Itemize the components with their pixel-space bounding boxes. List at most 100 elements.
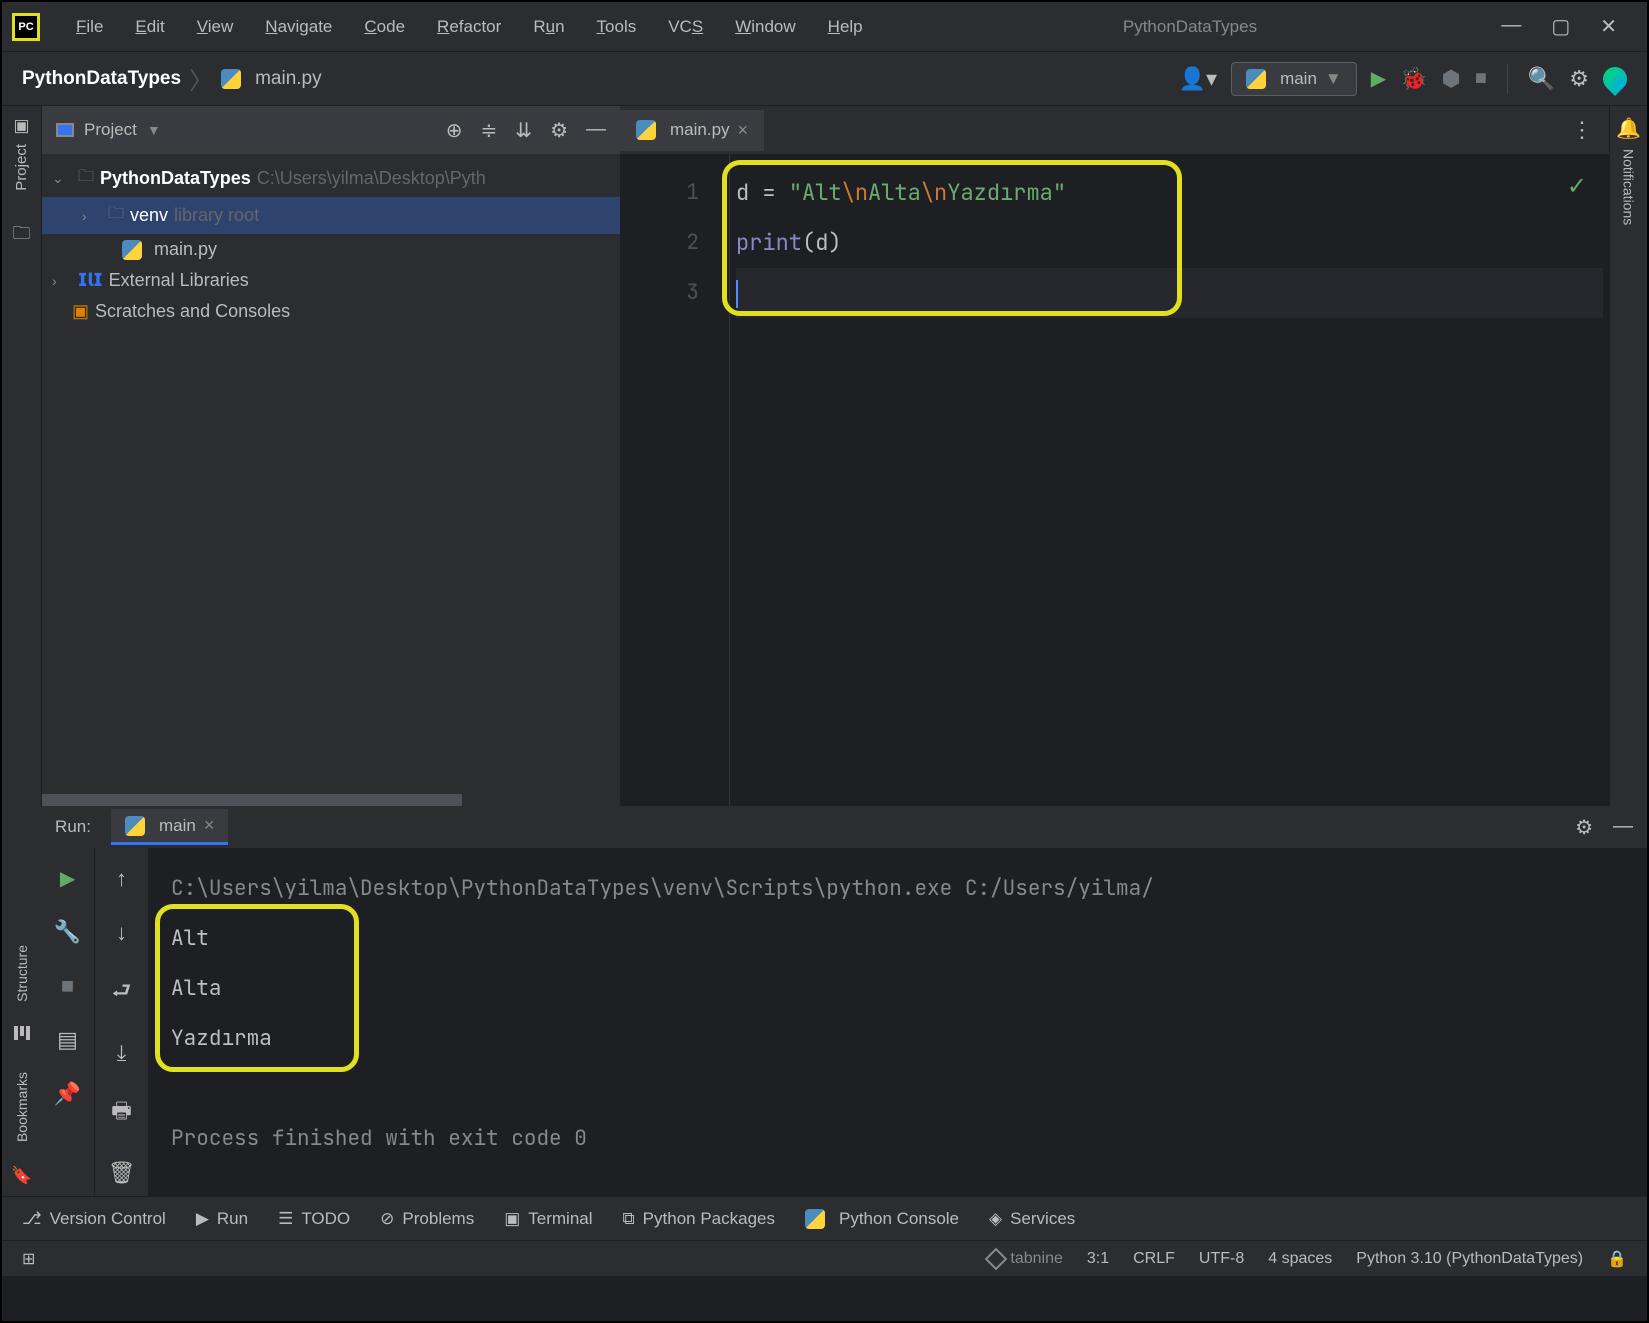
- menu-view[interactable]: View: [181, 17, 250, 37]
- wrench-icon[interactable]: 🔧: [54, 919, 81, 945]
- maximize-button[interactable]: ▢: [1551, 14, 1570, 39]
- output-line: Alta: [171, 964, 1625, 1014]
- tree-venv[interactable]: › 🗀 venv library root: [42, 197, 620, 234]
- chevron-down-icon[interactable]: ▼: [147, 122, 161, 138]
- bell-icon[interactable]: 🔔: [1616, 116, 1641, 141]
- todo-button[interactable]: ☰TODO: [278, 1209, 350, 1229]
- project-view-icon: [56, 123, 74, 137]
- lock-icon[interactable]: 🔒: [1607, 1249, 1627, 1269]
- console-button[interactable]: Python Console: [805, 1209, 959, 1229]
- run-toolbar-1: ▶ 🔧 ■ ▤ 📌: [41, 848, 95, 1196]
- status-line-sep[interactable]: CRLF: [1133, 1250, 1175, 1268]
- expand-all-icon[interactable]: ≑: [481, 118, 498, 143]
- gear-icon[interactable]: ⚙: [1569, 66, 1589, 92]
- run-tab[interactable]: main ×: [111, 809, 228, 845]
- status-indent[interactable]: 4 spaces: [1268, 1250, 1332, 1268]
- trash-icon[interactable]: 🗑: [108, 1160, 136, 1186]
- jetbrains-icon[interactable]: [1598, 62, 1632, 96]
- structure-icon[interactable]: [14, 1026, 30, 1040]
- run-config-selector[interactable]: main ▼: [1231, 62, 1357, 96]
- scrollbar-horizontal[interactable]: [42, 794, 620, 806]
- down-icon[interactable]: ↓: [116, 920, 127, 946]
- run-button[interactable]: ▶: [1371, 66, 1386, 91]
- tree-main-file[interactable]: main.py: [42, 234, 620, 265]
- user-icon[interactable]: 👤▾: [1179, 66, 1217, 92]
- minimize-button[interactable]: —: [1501, 14, 1521, 39]
- hide-icon[interactable]: —: [1613, 815, 1633, 840]
- select-opened-icon[interactable]: ⊕: [446, 118, 463, 143]
- run-output[interactable]: C:\Users\yilma\Desktop\PythonDataTypes\v…: [149, 848, 1647, 1196]
- menu-navigate[interactable]: Navigate: [249, 17, 348, 37]
- menu-file[interactable]: FFileile: [60, 17, 119, 37]
- scroll-icon[interactable]: ⤓: [117, 1040, 127, 1066]
- menu-run[interactable]: Run: [517, 17, 580, 37]
- breadcrumb-file[interactable]: main.py: [255, 68, 322, 90]
- menu-vcs[interactable]: VCS: [652, 17, 719, 37]
- code-area[interactable]: d = "Alt\nAlta\nYazdırma" print(d): [730, 154, 1609, 806]
- layout-icon[interactable]: ▤: [57, 1027, 78, 1053]
- tool-window-icon[interactable]: ⊞: [22, 1249, 35, 1269]
- hide-icon[interactable]: —: [586, 118, 606, 143]
- inspection-ok-icon[interactable]: ✓: [1567, 172, 1587, 201]
- menu-edit[interactable]: Edit: [119, 17, 180, 37]
- close-button[interactable]: ✕: [1600, 14, 1617, 39]
- stop-button[interactable]: ■: [1475, 67, 1487, 90]
- coverage-button[interactable]: ⬢: [1442, 66, 1461, 92]
- list-icon: ☰: [278, 1209, 293, 1229]
- debug-button[interactable]: 🐞: [1400, 66, 1427, 92]
- menu-help[interactable]: Help: [812, 17, 879, 37]
- version-control-button[interactable]: ⎇Version Control: [22, 1209, 166, 1229]
- wrap-icon[interactable]: ⮐: [112, 974, 132, 1012]
- close-tab-icon[interactable]: ×: [204, 815, 215, 836]
- menu-window[interactable]: Window: [719, 17, 811, 37]
- status-interpreter[interactable]: Python 3.10 (PythonDataTypes): [1356, 1250, 1583, 1268]
- editor-tab-main[interactable]: main.py ×: [620, 110, 764, 151]
- editor-gutter: 1 2 3: [620, 154, 730, 806]
- tree-root[interactable]: ⌄ 🗀 PythonDataTypes C:\Users\yilma\Deskt…: [42, 160, 620, 197]
- tree-external-libs[interactable]: › 𝗜𝗹𝗜 External Libraries: [42, 265, 620, 296]
- status-encoding[interactable]: UTF-8: [1199, 1250, 1244, 1268]
- up-icon[interactable]: ↑: [116, 866, 127, 892]
- project-tool-icon[interactable]: ▣: [13, 116, 29, 136]
- pin-icon[interactable]: 📌: [54, 1081, 81, 1107]
- editor-menu-icon[interactable]: ⋮: [1571, 117, 1593, 143]
- terminal-button[interactable]: ▣Terminal: [504, 1209, 592, 1229]
- print-icon[interactable]: 🖶: [111, 1094, 132, 1132]
- stop-button[interactable]: ■: [61, 973, 74, 999]
- python-file-icon: [122, 240, 142, 260]
- gear-icon[interactable]: ⚙: [1575, 815, 1593, 840]
- project-panel-title[interactable]: Project: [84, 120, 137, 140]
- output-blank: [171, 1064, 1625, 1114]
- notifications-label[interactable]: Notifications: [1621, 149, 1637, 225]
- chevron-right-icon[interactable]: ›: [82, 208, 102, 224]
- run-tool-button[interactable]: ▶Run: [196, 1209, 248, 1229]
- chevron-down-icon[interactable]: ⌄: [52, 170, 72, 187]
- editor-body[interactable]: 1 2 3 d = "Alt\nAlta\nYazdırma" print(d)…: [620, 154, 1609, 806]
- editor-panel: main.py × ⋮ 1 2 3 d = "Alt\nAlta\nYazdır…: [620, 106, 1609, 806]
- project-tool-label[interactable]: Project: [13, 144, 30, 191]
- caret: [736, 280, 738, 308]
- bookmarks-label[interactable]: Bookmarks: [14, 1072, 30, 1142]
- tabnine-widget[interactable]: tabnine: [988, 1250, 1063, 1268]
- menu-tools[interactable]: Tools: [581, 17, 653, 37]
- close-tab-icon[interactable]: ×: [738, 120, 749, 141]
- search-icon[interactable]: 🔍: [1528, 66, 1555, 92]
- packages-button[interactable]: ⧉Python Packages: [623, 1209, 775, 1229]
- status-bar: ⊞ tabnine 3:1 CRLF UTF-8 4 spaces Python…: [2, 1240, 1647, 1276]
- scrollbar-thumb[interactable]: [42, 794, 462, 806]
- folder-icon[interactable]: 🗀: [13, 221, 31, 251]
- menu-code[interactable]: Code: [348, 17, 421, 37]
- structure-label[interactable]: Structure: [14, 945, 30, 1002]
- bookmark-icon[interactable]: 🔖: [11, 1166, 32, 1186]
- problems-button[interactable]: ⊘Problems: [380, 1209, 474, 1229]
- breadcrumb-project[interactable]: PythonDataTypes: [22, 68, 181, 90]
- gear-icon[interactable]: ⚙: [550, 118, 568, 143]
- menu-refactor[interactable]: Refactor: [421, 17, 517, 37]
- status-position[interactable]: 3:1: [1087, 1250, 1109, 1268]
- tree-scratches[interactable]: ▣ Scratches and Consoles: [42, 296, 620, 327]
- chevron-right-icon[interactable]: ›: [52, 273, 72, 289]
- services-button[interactable]: ◈Services: [989, 1209, 1075, 1229]
- editor-tab-label: main.py: [670, 120, 730, 140]
- rerun-button[interactable]: ▶: [60, 866, 75, 891]
- collapse-all-icon[interactable]: ⇊: [515, 118, 532, 143]
